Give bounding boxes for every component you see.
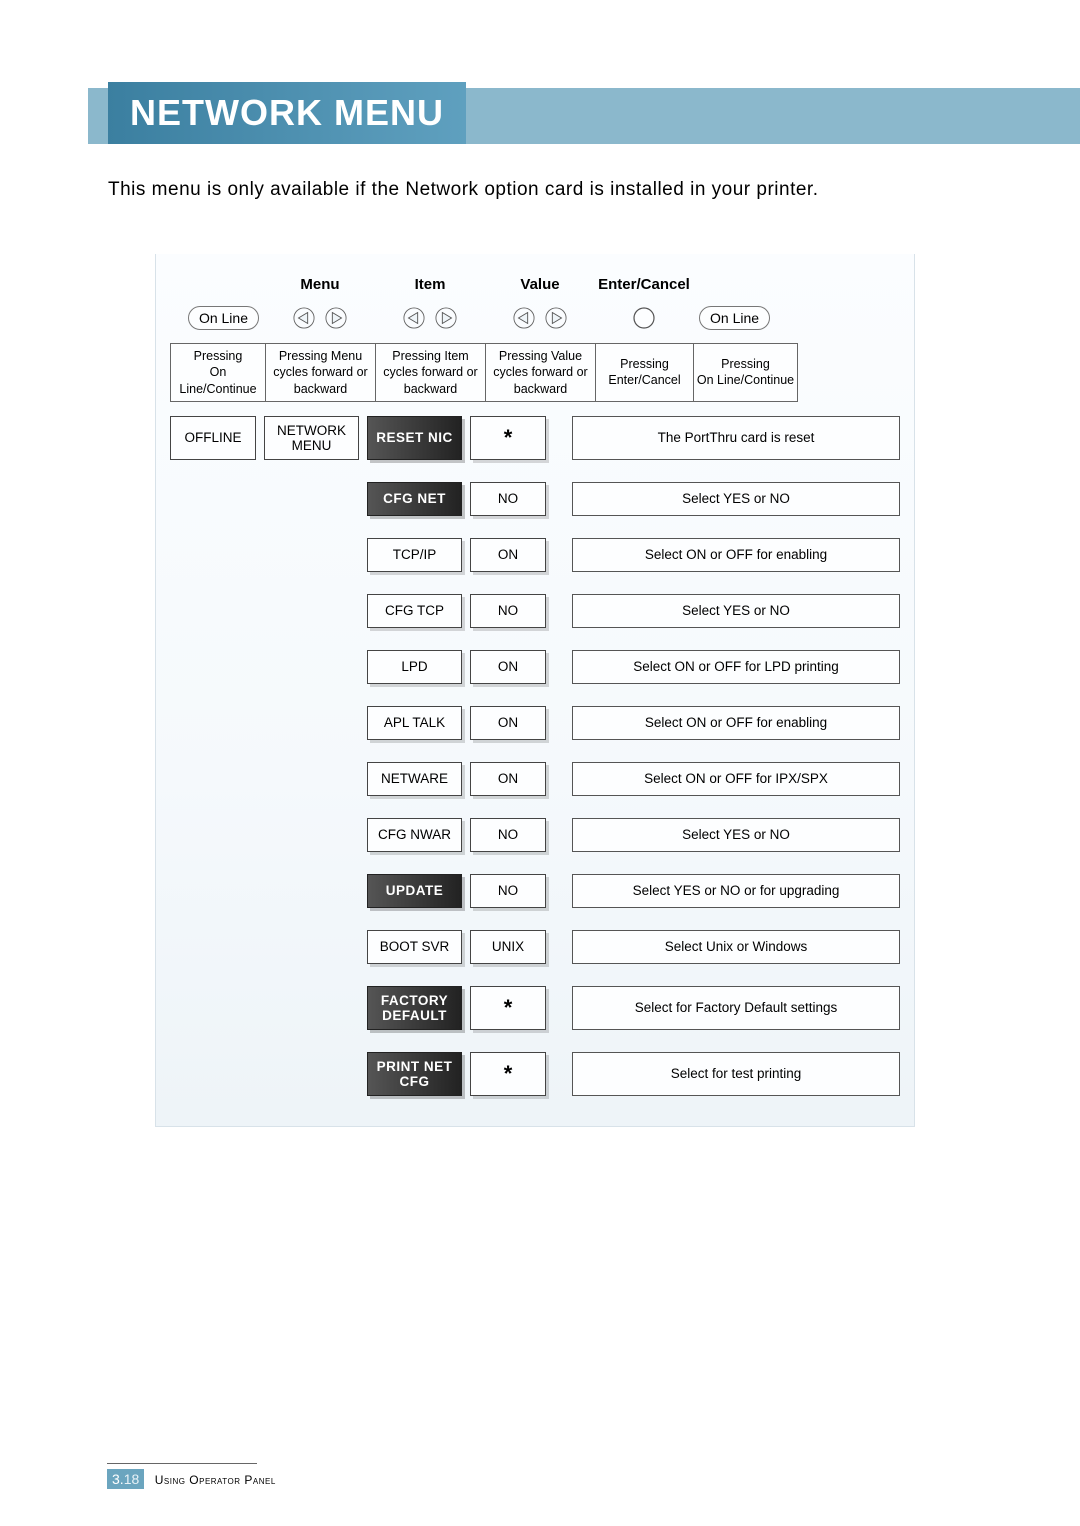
col-header-item: Item — [375, 276, 485, 299]
menu-row: TCP/IPON Select ON or OFF for enabling — [170, 538, 900, 572]
menu-row: CFG NWARNO Select YES or NO — [170, 818, 900, 852]
value-box: * — [470, 416, 546, 460]
page-title: NETWORK MENU — [130, 92, 444, 134]
item-box: RESET NIC — [367, 416, 462, 460]
status-box: OFFLINE — [170, 416, 256, 460]
description-box: Select ON or OFF for enabling — [572, 706, 900, 740]
menu-row: OFFLINENETWORK MENURESET NIC * The PortThr… — [170, 416, 900, 460]
col-header-enter-cancel: Enter/Cancel — [595, 276, 693, 299]
desc-item: Pressing Item cycles forward or backward — [375, 343, 485, 402]
value-box: NO — [470, 482, 546, 516]
value-left-icon — [513, 307, 535, 329]
value-box: NO — [470, 594, 546, 628]
chapter-number: 3. — [112, 1471, 124, 1487]
item-box: NETWARE — [367, 762, 462, 796]
desc-enter-cancel: Pressing Enter/Cancel — [595, 343, 693, 402]
menu-row: FACTORY DEFAULT * Select for Factory Defau… — [170, 986, 900, 1030]
value-right-icon — [545, 307, 567, 329]
description-box: Select ON or OFF for enabling — [572, 538, 900, 572]
asterisk-icon: * — [504, 425, 513, 451]
menu-diagram: Menu Item Value Enter/Cancel On Line On … — [155, 254, 915, 1127]
value-box: * — [470, 986, 546, 1030]
asterisk-icon: * — [504, 995, 513, 1021]
value-box: UNIX — [470, 930, 546, 964]
online-label-left: On Line — [188, 306, 259, 330]
description-box: Select YES or NO — [572, 818, 900, 852]
description-box: Select for Factory Default settings — [572, 986, 900, 1030]
description-box: Select ON or OFF for IPX/SPX — [572, 762, 900, 796]
menu-name-box: NETWORK MENU — [264, 416, 359, 460]
desc-menu: Pressing Menu cycles forward or backward — [265, 343, 375, 402]
item-box: TCP/IP — [367, 538, 462, 572]
description-box: The PortThru card is reset — [572, 416, 900, 460]
menu-row: CFG TCPNO Select YES or NO — [170, 594, 900, 628]
desc-online-left: Pressing On Line/Continue — [170, 343, 265, 402]
item-box: APL TALK — [367, 706, 462, 740]
value-box: * — [470, 1052, 546, 1096]
item-box: LPD — [367, 650, 462, 684]
menu-row: CFG NETNO Select YES or NO — [170, 482, 900, 516]
button-row: On Line On Line — [170, 299, 900, 337]
menu-rows: OFFLINENETWORK MENURESET NIC * The PortThr… — [170, 416, 900, 1096]
page-footer: 3.18 Using Operator Panel — [107, 1463, 276, 1489]
menu-right-icon — [325, 307, 347, 329]
column-header-row: Menu Item Value Enter/Cancel — [170, 276, 900, 299]
enter-cancel-icon — [632, 306, 656, 330]
footer-label: Using Operator Panel — [155, 1473, 276, 1487]
menu-row: BOOT SVRUNIX Select Unix or Windows — [170, 930, 900, 964]
page-number: 18 — [124, 1471, 140, 1487]
menu-left-icon — [293, 307, 315, 329]
item-box: CFG NET — [367, 482, 462, 516]
item-box: PRINT NET CFG — [367, 1052, 462, 1096]
col-header-value: Value — [485, 276, 595, 299]
description-box: Select ON or OFF for LPD printing — [572, 650, 900, 684]
col-header-menu: Menu — [265, 276, 375, 299]
page-number-badge: 3.18 — [107, 1469, 144, 1489]
menu-row: PRINT NET CFG * Select for test printing — [170, 1052, 900, 1096]
value-box: ON — [470, 762, 546, 796]
item-box: BOOT SVR — [367, 930, 462, 964]
desc-value: Pressing Value cycles forward or backwar… — [485, 343, 595, 402]
item-box: CFG TCP — [367, 594, 462, 628]
description-box: Select YES or NO — [572, 482, 900, 516]
menu-row: APL TALKON Select ON or OFF for enabling — [170, 706, 900, 740]
item-box: CFG NWAR — [367, 818, 462, 852]
value-box: NO — [470, 818, 546, 852]
description-box: Select for test printing — [572, 1052, 900, 1096]
description-box: Select YES or NO or for upgrading — [572, 874, 900, 908]
value-box: ON — [470, 650, 546, 684]
item-box: FACTORY DEFAULT — [367, 986, 462, 1030]
asterisk-icon: * — [504, 1061, 513, 1087]
value-box: NO — [470, 874, 546, 908]
footer-rule — [107, 1463, 257, 1464]
column-description-row: Pressing On Line/Continue Pressing Menu … — [170, 343, 900, 402]
value-box: ON — [470, 706, 546, 740]
intro-text: This menu is only available if the Netwo… — [108, 174, 1010, 206]
description-box: Select YES or NO — [572, 594, 900, 628]
menu-row: LPDON Select ON or OFF for LPD printing — [170, 650, 900, 684]
online-label-right: On Line — [699, 306, 770, 330]
item-left-icon — [403, 307, 425, 329]
item-box: UPDATE — [367, 874, 462, 908]
value-box: ON — [470, 538, 546, 572]
menu-row: NETWAREON Select ON or OFF for IPX/SPX — [170, 762, 900, 796]
item-right-icon — [435, 307, 457, 329]
description-box: Select Unix or Windows — [572, 930, 900, 964]
menu-row: UPDATENO Select YES or NO or for upgradin… — [170, 874, 900, 908]
desc-online-right: Pressing On Line/Continue — [693, 343, 798, 402]
title-box: NETWORK MENU — [108, 82, 466, 144]
